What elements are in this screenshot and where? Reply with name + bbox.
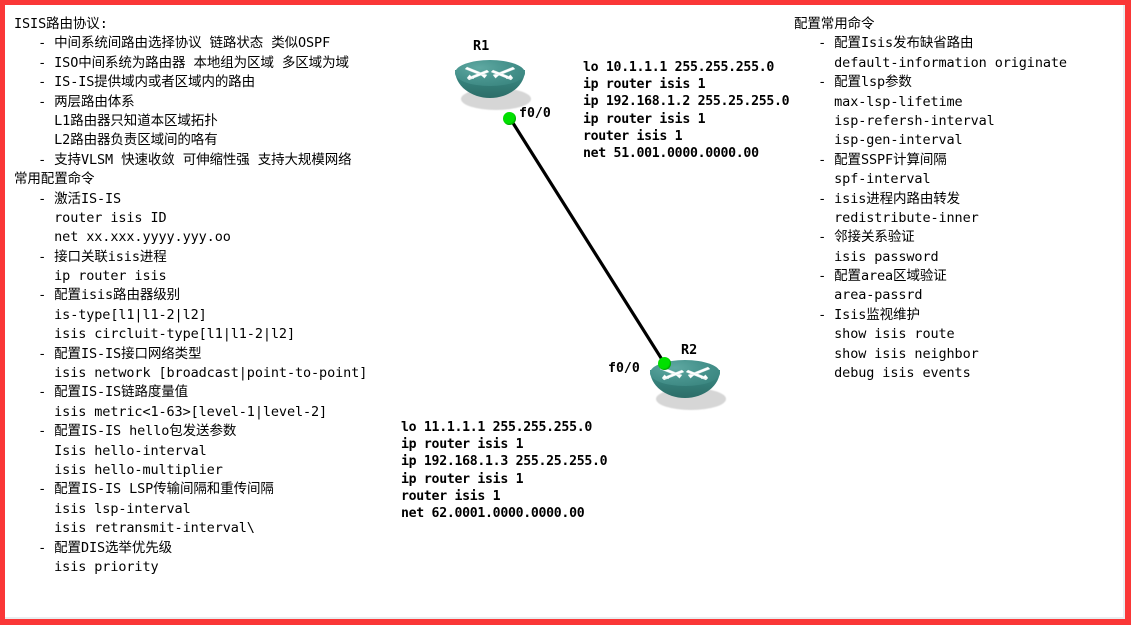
text-line: 常用配置命令 xyxy=(14,171,95,188)
text-line: isp-gen-interval xyxy=(794,132,963,149)
text-line: ip router isis 1 xyxy=(401,437,524,453)
text-line: - 激活IS-IS xyxy=(14,190,122,207)
text-line: - 配置IS-IS接口网络类型 xyxy=(14,345,202,362)
text-line: ip router isis 1 xyxy=(583,111,706,127)
text-line: isis metric<1-63>[level-1|level-2] xyxy=(14,403,328,420)
text-line: ip 192.168.1.2 255.25.255.0 xyxy=(583,94,790,110)
text-line: router isis ID xyxy=(14,209,167,226)
text-line: show isis route xyxy=(794,326,955,343)
router-r2-label: R2 xyxy=(681,342,698,358)
text-line: net 62.0001.0000.0000.00 xyxy=(401,505,585,521)
text-line: ip router isis 1 xyxy=(583,77,706,93)
text-line: isis priority xyxy=(14,558,159,575)
text-line: is-type[l1|l1-2|l2] xyxy=(14,306,207,323)
r1-config-block: lo 10.1.1.1 255.255.255.0 ip router isis … xyxy=(583,59,790,162)
text-line: isis password xyxy=(794,248,939,265)
text-line: L2路由器负责区域间的咯有 xyxy=(14,132,218,149)
r2-config-block: lo 11.1.1.1 255.255.255.0 ip router isis … xyxy=(401,419,608,522)
text-line: net 51.001.0000.0000.00 xyxy=(583,145,759,161)
text-line: - 配置IS-IS hello包发送参数 xyxy=(14,423,237,440)
text-line: - 接口关联isis进程 xyxy=(14,248,167,265)
text-line: lo 10.1.1.1 255.255.255.0 xyxy=(583,60,774,75)
router-arrows-icon xyxy=(464,66,516,81)
text-line: - 配置DIS选举优先级 xyxy=(14,539,173,556)
text-line: - 中间系统间路由选择协议 链路状态 类似OSPF xyxy=(14,35,331,52)
text-line: max-lsp-lifetime xyxy=(794,93,963,110)
isis-protocol-notes: ISIS路由协议: - 中间系统间路由选择协议 链路状态 类似OSPF - IS… xyxy=(14,15,367,577)
text-line: - isis进程内路由转发 xyxy=(794,190,961,207)
text-line: isis hello-multiplier xyxy=(14,461,223,478)
text-line: - 配置IS-IS LSP传输间隔和重传间隔 xyxy=(14,481,274,498)
text-line: - 配置IS-IS链路度量值 xyxy=(14,384,189,401)
text-line: 配置常用命令 xyxy=(794,16,875,32)
text-line: isis network [broadcast|point-to-point] xyxy=(14,365,368,382)
text-line: isis circluit-type[l1|l1-2|l2] xyxy=(14,326,295,343)
text-line: - Isis监视维护 xyxy=(794,306,920,323)
text-line: debug isis events xyxy=(794,365,971,382)
router-r1[interactable]: R1 xyxy=(455,38,531,112)
text-line: - 配置Isis发布缺省路由 xyxy=(794,35,974,52)
interface-label-r2-f0-0: f0/0 xyxy=(608,361,640,376)
text-line: spf-interval xyxy=(794,171,931,188)
text-line: lo 11.1.1.1 255.255.255.0 xyxy=(401,420,592,435)
text-line: - 两层路由体系 xyxy=(14,93,135,110)
link-status-dot-r2 xyxy=(658,357,671,370)
isis-common-commands-notes: 配置常用命令 - 配置Isis发布缺省路由 default-informatio… xyxy=(794,15,1067,383)
text-line: router isis 1 xyxy=(583,128,683,144)
diagram-inner-surface: ISIS路由协议: - 中间系统间路由选择协议 链路状态 类似OSPF - IS… xyxy=(5,5,1125,619)
text-line: ISIS路由协议: xyxy=(14,16,108,32)
text-line: show isis neighbor xyxy=(794,345,979,362)
text-line: ip router isis xyxy=(14,268,167,285)
link-status-dot-r1 xyxy=(503,112,516,125)
text-line: - 配置lsp参数 xyxy=(794,74,912,91)
text-line: router isis 1 xyxy=(401,488,501,504)
text-line: area-passrd xyxy=(794,287,923,304)
text-line: - 配置SSPF计算间隔 xyxy=(794,151,947,168)
text-line: Isis hello-interval xyxy=(14,442,207,459)
text-line: ip router isis 1 xyxy=(401,471,524,487)
text-line: default-information originate xyxy=(794,54,1067,71)
text-line: isis lsp-interval xyxy=(14,500,191,517)
text-line: - 配置isis路由器级别 xyxy=(14,287,181,304)
text-line: - 邻接关系验证 xyxy=(794,229,915,246)
text-line: net xx.xxx.yyyy.yyy.oo xyxy=(14,229,231,246)
text-line: ip 192.168.1.3 255.25.255.0 xyxy=(401,454,608,470)
text-line: - 支持VLSM 快速收敛 可伸缩性强 支持大规模网络 xyxy=(14,151,352,168)
text-line: - IS-IS提供域内或者区域内的路由 xyxy=(14,74,256,91)
text-line: isis retransmit-interval\ xyxy=(14,520,255,537)
text-line: isp-refersh-interval xyxy=(794,112,995,129)
text-line: L1路由器只知道本区域拓扑 xyxy=(14,112,218,129)
router-r1-label: R1 xyxy=(473,38,490,54)
interface-label-r1-f0-0: f0/0 xyxy=(519,106,551,121)
diagram-canvas: ISIS路由协议: - 中间系统间路由选择协议 链路状态 类似OSPF - IS… xyxy=(0,0,1131,625)
text-line: - ISO中间系统为路由器 本地组为区域 多区域为域 xyxy=(14,54,349,71)
text-line: redistribute-inner xyxy=(794,209,979,226)
text-line: - 配置area区域验证 xyxy=(794,268,947,285)
